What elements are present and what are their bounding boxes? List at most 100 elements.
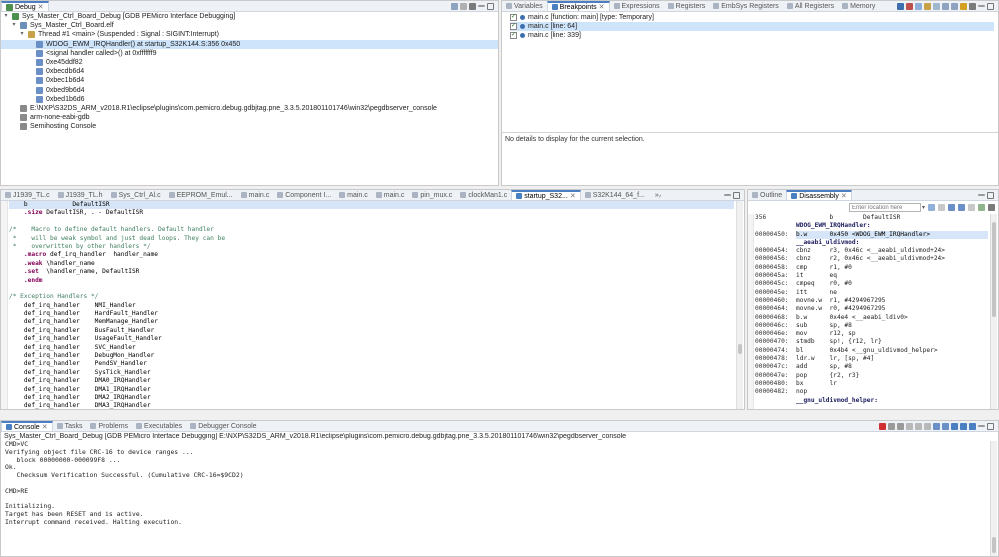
- close-icon[interactable]: ✕: [570, 192, 576, 200]
- maximize-icon[interactable]: [487, 2, 494, 10]
- minimize-icon[interactable]: [724, 194, 731, 196]
- show-on-stdout-icon[interactable]: [933, 422, 940, 430]
- link-icon[interactable]: [460, 2, 467, 10]
- debug-tree-item[interactable]: 0xe45ddf82: [1, 58, 498, 67]
- editor-tab[interactable]: pin_mux.c: [408, 190, 456, 200]
- editor-tab-overflow[interactable]: »₇: [655, 192, 661, 199]
- close-icon[interactable]: ✕: [599, 3, 605, 11]
- editor-tab[interactable]: J1939_TL.c: [1, 190, 54, 200]
- terminate-icon[interactable]: [879, 422, 886, 430]
- maximize-icon[interactable]: [987, 191, 994, 199]
- editor-tab[interactable]: main.c: [335, 190, 372, 200]
- debug-tree-item[interactable]: <signal handler called>() at 0xfffffff9: [1, 49, 498, 58]
- remove-launch-icon[interactable]: [888, 422, 895, 430]
- breakpoint-item[interactable]: ✓ main.c [line: 339]: [510, 31, 994, 40]
- debug-tree-item[interactable]: ▾ Sys_Master_Ctrl_Board_Debug [GDB PEMicr…: [1, 12, 498, 21]
- location-input[interactable]: [848, 203, 921, 212]
- debug-tree-item[interactable]: 0xbed9b6d4: [1, 86, 498, 95]
- editor-scroll-thumb[interactable]: [738, 344, 742, 354]
- debug-tree-item[interactable]: 0xbec1b6d4: [1, 76, 498, 85]
- editor-scrollbar[interactable]: [736, 201, 743, 409]
- maximize-icon[interactable]: [733, 191, 740, 199]
- source-code[interactable]: b DefaultISR .size DefaultISR, . - Defau…: [9, 201, 734, 409]
- home-icon[interactable]: [928, 204, 935, 211]
- debug-tree-item[interactable]: 0xbecdb6d4: [1, 67, 498, 76]
- breakpoint-checkbox[interactable]: ✓: [510, 32, 517, 40]
- word-wrap-icon[interactable]: [924, 422, 931, 430]
- breakpoints-tab[interactable]: Expressions: [610, 1, 664, 11]
- skip-breakpoints-icon[interactable]: [933, 2, 940, 10]
- breakpoint-item[interactable]: ✓ main.c [function: main] [type: Temporar…: [510, 13, 994, 22]
- view-menu-icon[interactable]: [969, 2, 976, 10]
- expand-toggle-icon[interactable]: ▾: [11, 21, 17, 30]
- editor-tab[interactable]: main.c: [372, 190, 409, 200]
- goto-file-icon[interactable]: [924, 2, 931, 10]
- breakpoints-tab[interactable]: Breakpoints ✕: [546, 1, 610, 11]
- tab-debug[interactable]: Debug ✕: [1, 1, 49, 11]
- disassembly-tab[interactable]: Outline: [748, 190, 786, 200]
- scroll-lock-icon[interactable]: [915, 422, 922, 430]
- editor-tab[interactable]: J1939_TL.h: [54, 190, 107, 200]
- debug-tree-item[interactable]: 0xbed1b6d6: [1, 95, 498, 104]
- refresh-icon[interactable]: [978, 204, 985, 211]
- console-tab[interactable]: Tasks: [53, 421, 87, 431]
- pin-console-icon[interactable]: [951, 422, 958, 430]
- console-tab[interactable]: Executables: [132, 421, 186, 431]
- show-supported-icon[interactable]: [915, 2, 922, 10]
- console-scroll-thumb[interactable]: [992, 537, 996, 553]
- clear-console-icon[interactable]: [906, 422, 913, 430]
- debug-tree-item[interactable]: Semihosting Console: [1, 122, 498, 131]
- maximize-icon[interactable]: [987, 422, 994, 430]
- minimize-icon[interactable]: [978, 5, 985, 7]
- breakpoints-tab[interactable]: Variables: [502, 1, 547, 11]
- minimize-icon[interactable]: [978, 425, 985, 427]
- disassembly-tab[interactable]: Disassembly ✕: [786, 190, 852, 200]
- remove-breakpoint-icon[interactable]: [897, 2, 904, 10]
- expand-all-icon[interactable]: [942, 2, 949, 10]
- console-tab[interactable]: Debugger Console: [186, 421, 260, 431]
- show-source-icon[interactable]: [958, 204, 965, 211]
- editor-tab[interactable]: startup_S32... ✕: [511, 190, 581, 200]
- breakpoints-tab[interactable]: Registers: [664, 1, 710, 11]
- editor-tab[interactable]: main.c: [237, 190, 274, 200]
- editor-tab[interactable]: S32K144_64_f...: [581, 190, 649, 200]
- view-menu-icon[interactable]: [469, 2, 476, 10]
- show-symbols-icon[interactable]: [968, 204, 975, 211]
- show-on-stderr-icon[interactable]: [942, 422, 949, 430]
- breakpoints-tab[interactable]: Memory: [838, 1, 879, 11]
- open-console-icon[interactable]: [969, 422, 976, 430]
- collapse-all-icon[interactable]: [951, 2, 958, 10]
- disassembly-scrollbar[interactable]: [990, 214, 997, 409]
- breakpoints-tab[interactable]: EmbSys Registers: [709, 1, 783, 11]
- console-scrollbar[interactable]: [990, 441, 997, 556]
- breakpoint-item[interactable]: ✓ main.c [line: 64]: [510, 22, 994, 32]
- close-icon[interactable]: ✕: [42, 423, 48, 431]
- breakpoint-checkbox[interactable]: ✓: [510, 23, 517, 31]
- remove-all-launches-icon[interactable]: [897, 422, 904, 430]
- display-console-icon[interactable]: [960, 422, 967, 430]
- console-output[interactable]: CMD>VC Verifying object file CRC-16 to de…: [5, 441, 986, 556]
- debug-tree-item[interactable]: ▾ Sys_Master_Ctrl_Board.elf: [1, 21, 498, 30]
- minimize-icon[interactable]: [478, 5, 485, 7]
- console-tab[interactable]: Console ✕: [1, 421, 53, 431]
- editor-tab[interactable]: Component I...: [273, 190, 335, 200]
- editor-tab[interactable]: Sys_Ctrl_Al.c: [107, 190, 165, 200]
- collapse-all-icon[interactable]: [451, 2, 458, 10]
- maximize-icon[interactable]: [987, 2, 994, 10]
- remove-all-icon[interactable]: [906, 2, 913, 10]
- minimize-icon[interactable]: [978, 194, 985, 196]
- instruction-column[interactable]: b DefaultISR WDOG_EWM_IRQHandler: b.w 0x45…: [796, 214, 988, 409]
- link-icon[interactable]: [960, 2, 967, 10]
- location-dropdown-icon[interactable]: ▾: [922, 204, 925, 211]
- debug-tree-item[interactable]: E:\NXP\S32DS_ARM_v2018.R1\eclipse\plugin…: [1, 104, 498, 113]
- link-with-source-icon[interactable]: [948, 204, 955, 211]
- close-icon[interactable]: ✕: [38, 3, 44, 11]
- debug-tree-item[interactable]: arm-none-eabi-gdb: [1, 113, 498, 122]
- breakpoints-tab[interactable]: All Registers: [783, 1, 838, 11]
- debug-tree-item[interactable]: WDOG_EWM_IRQHandler() at startup_S32K144…: [1, 39, 498, 49]
- close-icon[interactable]: ✕: [841, 192, 847, 200]
- view-menu-icon[interactable]: [988, 204, 995, 211]
- editor-tab[interactable]: clockMan1.c: [456, 190, 511, 200]
- expand-toggle-icon[interactable]: ▾: [19, 30, 25, 39]
- console-tab[interactable]: Problems: [86, 421, 132, 431]
